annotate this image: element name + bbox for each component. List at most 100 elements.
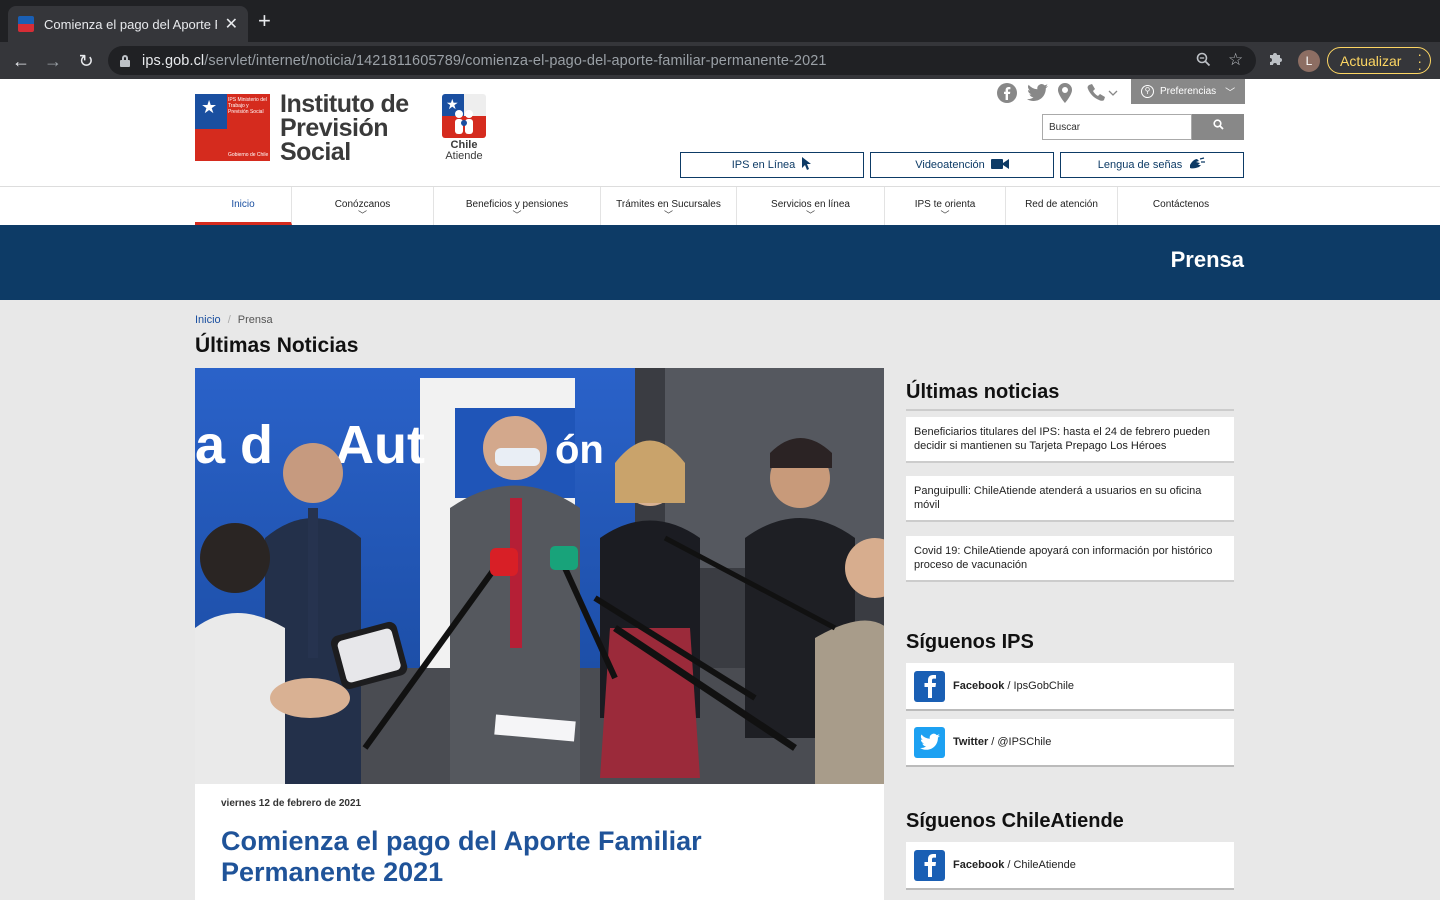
latest-news-heading: Últimas noticias bbox=[906, 381, 1060, 403]
address-bar[interactable]: ips.gob.cl/servlet/internet/noticia/1421… bbox=[108, 46, 1256, 75]
ips-logo-gov-text: Gobierno de Chile bbox=[228, 152, 269, 158]
profile-avatar[interactable]: L bbox=[1298, 50, 1320, 72]
site-favicon-icon bbox=[18, 16, 34, 32]
nav-item-contactenos[interactable]: Contáctenos bbox=[1118, 187, 1244, 225]
nav-label: Conózcanos bbox=[334, 199, 391, 210]
nav-item-tramites[interactable]: Trámites en Sucursales ﹀ bbox=[601, 187, 737, 225]
logo-line-2: Previsión bbox=[280, 114, 389, 142]
nav-label: Beneficios y pensiones bbox=[465, 199, 569, 210]
divider bbox=[906, 409, 1234, 411]
article-date: viernes 12 de febrero de 2021 bbox=[221, 798, 362, 809]
browser-toolbar: ← → ↻ ips.gob.cl/servlet/internet/notici… bbox=[0, 42, 1440, 79]
social-handle: / IpsGobChile bbox=[1007, 680, 1075, 692]
follow-chileatiende-heading: Síguenos ChileAtiende bbox=[906, 810, 1124, 832]
browser-tab[interactable]: Comienza el pago del Aporte Familiar Per… bbox=[8, 6, 248, 42]
more-menu-icon[interactable]: · · · bbox=[1417, 47, 1422, 75]
new-tab-icon[interactable]: + bbox=[258, 10, 271, 32]
sidebar-news-item[interactable]: Beneficiarios titulares del IPS: hasta e… bbox=[906, 417, 1234, 463]
nav-item-beneficios[interactable]: Beneficios y pensiones ﹀ bbox=[434, 187, 601, 225]
ips-en-linea-label: IPS en Línea bbox=[731, 159, 796, 171]
ips-logo-ministry-text: IPS Ministerio del Trabajo y Previsión S… bbox=[228, 97, 267, 115]
update-label: Actualizar bbox=[1340, 52, 1402, 69]
chevron-down-icon: ﹀ bbox=[1225, 88, 1236, 99]
chileatiende-facebook-link[interactable]: Facebook / ChileAtiende bbox=[906, 842, 1234, 890]
chevron-down-icon: ﹀ bbox=[357, 210, 367, 220]
location-pin-icon[interactable] bbox=[1056, 82, 1074, 104]
lengua-de-senas-button[interactable]: Lengua de señas bbox=[1060, 152, 1244, 178]
chevron-down-icon: ﹀ bbox=[663, 210, 673, 220]
facebook-icon bbox=[914, 849, 945, 881]
phone-icon[interactable] bbox=[1084, 82, 1120, 104]
videoatencion-label: Videoatención bbox=[915, 159, 985, 171]
social-handle: / ChileAtiende bbox=[1007, 859, 1076, 871]
facebook-icon[interactable] bbox=[996, 82, 1018, 104]
main-navigation: Inicio Conózcanos ﹀ Beneficios y pension… bbox=[0, 186, 1440, 225]
close-tab-icon[interactable]: ✕ bbox=[225, 14, 238, 34]
facebook-icon bbox=[914, 670, 945, 702]
nav-label: IPS te orienta bbox=[914, 199, 976, 210]
svg-text:a d: a d bbox=[195, 415, 273, 475]
nav-item-red-atencion[interactable]: Red de atención bbox=[1006, 187, 1118, 225]
svg-text:ón: ón bbox=[555, 428, 604, 472]
article-card: viernes 12 de febrero de 2021 Comienza e… bbox=[195, 784, 884, 900]
lock-icon[interactable] bbox=[120, 54, 130, 67]
section-banner: Prensa bbox=[0, 225, 1440, 300]
zoom-icon[interactable] bbox=[1196, 52, 1211, 71]
search-icon bbox=[1212, 119, 1224, 130]
twitter-icon[interactable] bbox=[1026, 82, 1050, 104]
accessibility-icon: ⚲ bbox=[1141, 85, 1154, 98]
nav-item-servicios[interactable]: Servicios en línea ﹀ bbox=[737, 187, 885, 225]
nav-label: Inicio bbox=[231, 199, 255, 210]
reload-icon[interactable]: ↻ bbox=[73, 48, 99, 74]
logo-line-3: Social bbox=[280, 138, 351, 166]
cursor-icon bbox=[801, 156, 812, 174]
nav-item-orienta[interactable]: IPS te orienta ﹀ bbox=[885, 187, 1006, 225]
nav-item-conozcanos[interactable]: Conózcanos ﹀ bbox=[292, 187, 434, 225]
article-title[interactable]: Comienza el pago del Aporte Familiar Per… bbox=[221, 826, 861, 888]
search-button[interactable] bbox=[1192, 114, 1244, 140]
twitter-icon bbox=[914, 726, 945, 758]
logo-line-1: Instituto de bbox=[280, 90, 409, 118]
article-hero-image[interactable]: a d Aut ón bbox=[195, 368, 884, 784]
ips-twitter-link[interactable]: Twitter / @IPSChile bbox=[906, 719, 1234, 767]
breadcrumb: Inicio / Prensa bbox=[195, 314, 273, 326]
url-text: ips.gob.cl/servlet/internet/noticia/1421… bbox=[142, 52, 827, 69]
video-camera-icon bbox=[990, 158, 1009, 173]
ips-logo[interactable]: ★ IPS Ministerio del Trabajo y Previsión… bbox=[195, 94, 270, 161]
preferences-button[interactable]: ⚲ Preferencias ﹀ bbox=[1131, 79, 1245, 104]
nav-label: Red de atención bbox=[1025, 199, 1098, 210]
page-title: Últimas Noticias bbox=[195, 334, 359, 357]
bookmark-star-icon[interactable]: ☆ bbox=[1228, 50, 1243, 70]
update-browser-button[interactable]: Actualizar · · · bbox=[1327, 47, 1431, 75]
extensions-puzzle-icon[interactable] bbox=[1268, 50, 1284, 70]
videoatencion-button[interactable]: Videoatención bbox=[870, 152, 1054, 178]
nav-label: Trámites en Sucursales bbox=[616, 199, 721, 210]
ips-logo-wordmark[interactable]: Instituto de Previsión Social bbox=[280, 90, 409, 166]
social-network-name: Facebook bbox=[953, 859, 1005, 871]
social-network-name: Twitter bbox=[953, 736, 989, 748]
nav-item-inicio[interactable]: Inicio bbox=[195, 187, 292, 225]
sidebar-news-item[interactable]: Covid 19: ChileAtiende apoyará con infor… bbox=[906, 536, 1234, 582]
chevron-down-icon: ﹀ bbox=[805, 210, 815, 220]
tab-title: Comienza el pago del Aporte Familiar Per… bbox=[44, 16, 217, 32]
breadcrumb-current: Prensa bbox=[237, 314, 273, 326]
chile-atiende-logo[interactable]: ★ Chile Atiende bbox=[442, 94, 486, 162]
breadcrumb-home-link[interactable]: Inicio bbox=[195, 314, 221, 326]
browser-tab-bar: Comienza el pago del Aporte Familiar Per… bbox=[0, 0, 1440, 42]
sign-language-icon bbox=[1188, 156, 1206, 174]
social-network-name: Facebook bbox=[953, 680, 1005, 692]
nav-label: Contáctenos bbox=[1152, 199, 1210, 210]
search-input[interactable] bbox=[1042, 114, 1192, 140]
preferences-label: Preferencias bbox=[1160, 86, 1217, 97]
ips-en-linea-button[interactable]: IPS en Línea bbox=[680, 152, 864, 178]
site-search bbox=[1042, 114, 1244, 140]
back-icon[interactable]: ← bbox=[8, 48, 34, 74]
ips-facebook-link[interactable]: Facebook / IpsGobChile bbox=[906, 663, 1234, 711]
sidebar-news-item[interactable]: Panguipulli: ChileAtiende atenderá a usu… bbox=[906, 476, 1234, 522]
chevron-down-icon: ﹀ bbox=[512, 210, 522, 220]
banner-title: Prensa bbox=[1170, 247, 1244, 272]
forward-icon[interactable]: → bbox=[40, 48, 66, 74]
svg-text:Aut: Aut bbox=[335, 415, 425, 475]
chevron-down-icon: ﹀ bbox=[940, 210, 950, 220]
follow-ips-heading: Síguenos IPS bbox=[906, 631, 1034, 653]
